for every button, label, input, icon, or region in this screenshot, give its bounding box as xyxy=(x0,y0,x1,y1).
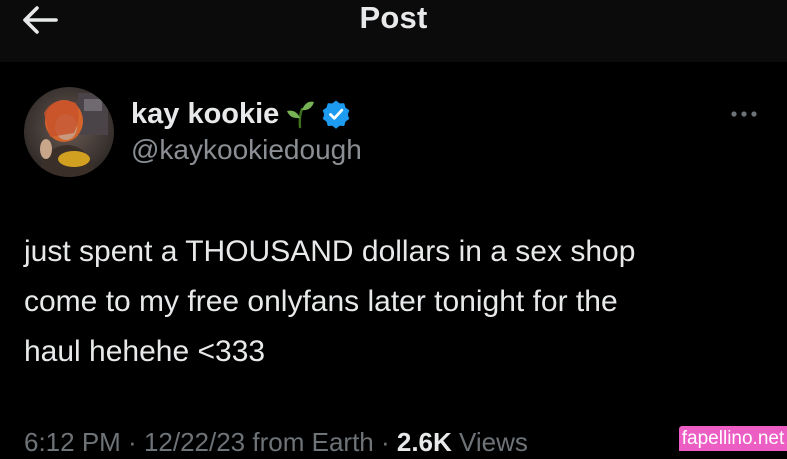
views-label: Views xyxy=(451,427,528,457)
display-name: kay kookie xyxy=(131,98,280,130)
post-text-line: just spent a THOUSAND dollars in a sex s… xyxy=(24,235,636,268)
views-count[interactable]: 2.6K xyxy=(397,427,452,457)
post-date[interactable]: 12/22/23 xyxy=(144,427,245,457)
more-options-button[interactable] xyxy=(722,101,766,127)
header-bar: Post xyxy=(0,0,787,62)
seedling-icon xyxy=(287,101,315,129)
avatar[interactable] xyxy=(24,87,114,177)
post-location: from Earth xyxy=(245,427,374,457)
meta-separator: · xyxy=(120,427,144,457)
author-name-row[interactable]: kay kookie xyxy=(131,96,351,132)
profile-photo xyxy=(24,87,114,177)
post-time[interactable]: 6:12 PM xyxy=(24,427,121,457)
post-body: just spent a THOUSAND dollars in a sex s… xyxy=(24,227,764,377)
meta-separator: · xyxy=(373,427,397,457)
post-meta: 6:12 PM · 12/22/23 from Earth · 2.6K Vie… xyxy=(24,425,528,459)
page-title: Post xyxy=(359,0,428,35)
post-text-line: haul hehehe <333 xyxy=(24,335,266,368)
author-handle[interactable]: @kaykookiedough xyxy=(131,133,362,167)
post-text-line: come to my free onlyfans later tonight f… xyxy=(24,285,618,318)
watermark: fapellino.net xyxy=(679,426,787,451)
verified-badge-icon[interactable] xyxy=(321,99,351,129)
more-options-icon xyxy=(731,111,757,117)
